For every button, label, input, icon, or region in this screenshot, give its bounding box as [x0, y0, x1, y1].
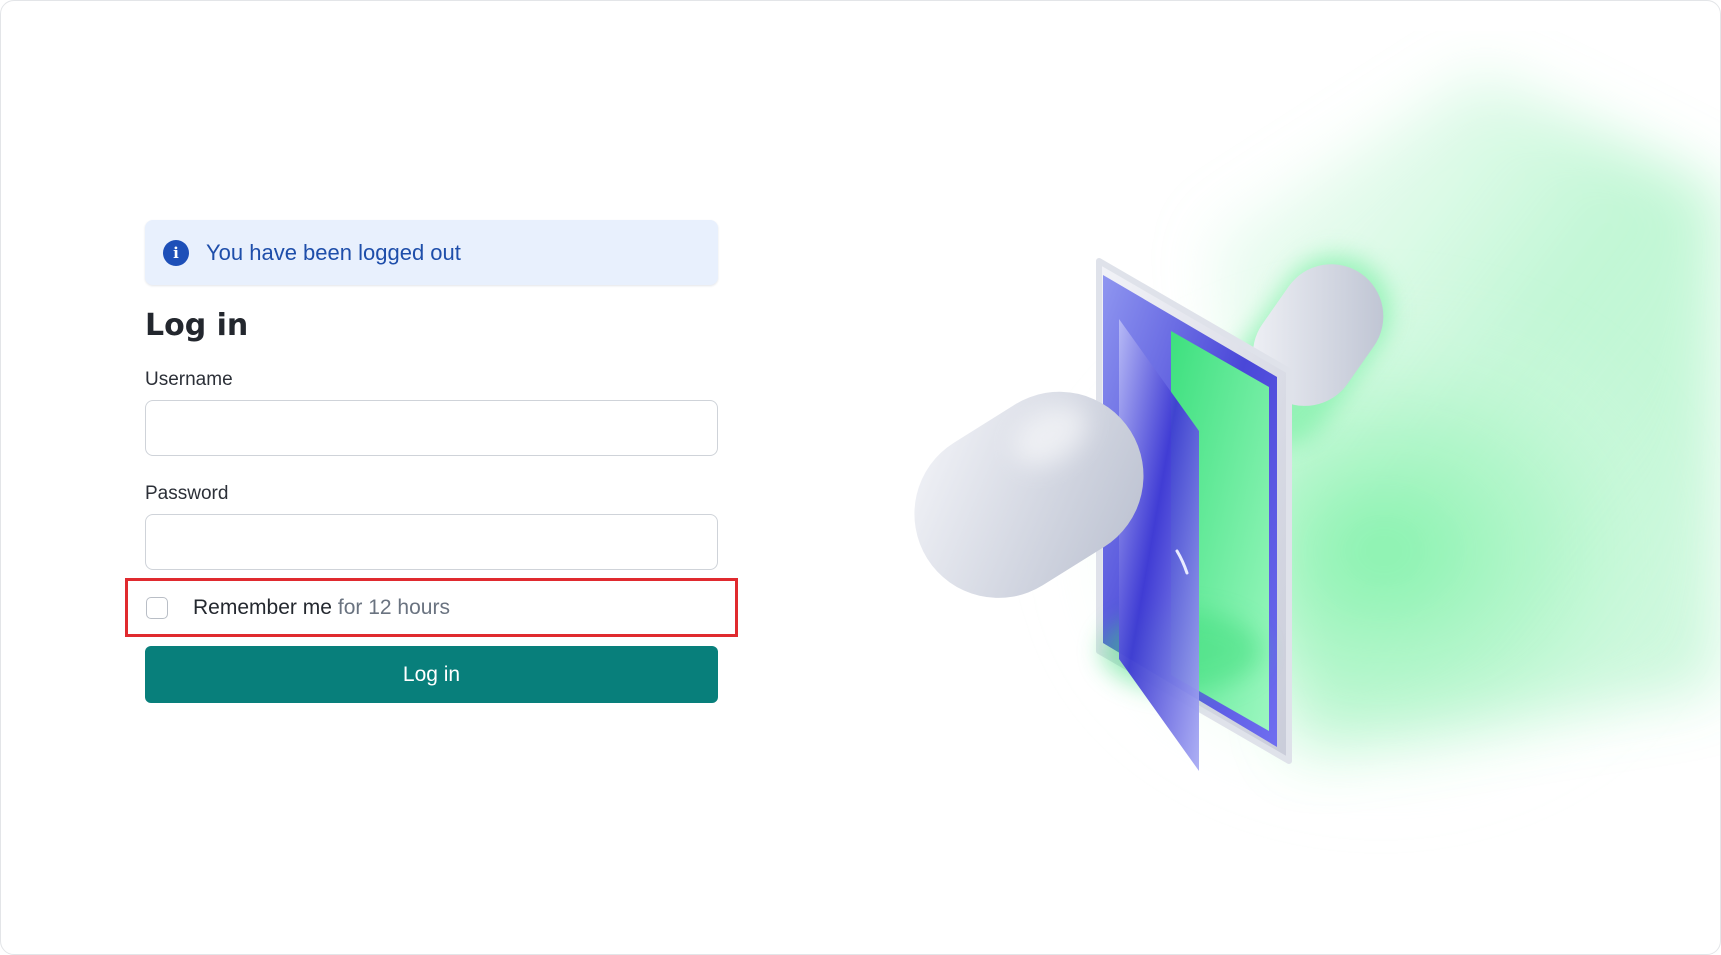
remember-me-row[interactable]: Remember me for 12 hours: [125, 578, 738, 637]
login-page: i You have been logged out Log in Userna…: [0, 0, 1721, 955]
logout-alert: i You have been logged out: [145, 220, 718, 285]
password-label: Password: [145, 483, 229, 504]
login-button[interactable]: Log in: [145, 646, 718, 703]
remember-me-checkbox[interactable]: [146, 596, 168, 619]
door-illustration: [914, 71, 1720, 811]
password-input[interactable]: [145, 514, 718, 570]
info-icon: i: [163, 239, 189, 266]
username-label: Username: [145, 369, 233, 390]
username-input[interactable]: [145, 400, 718, 456]
alert-message: You have been logged out: [206, 239, 461, 265]
remember-me-label[interactable]: Remember me: [193, 596, 332, 620]
remember-duration-label: for 12 hours: [337, 595, 450, 619]
page-title: Log in: [145, 308, 249, 343]
login-form: i You have been logged out Log in Userna…: [125, 220, 738, 703]
